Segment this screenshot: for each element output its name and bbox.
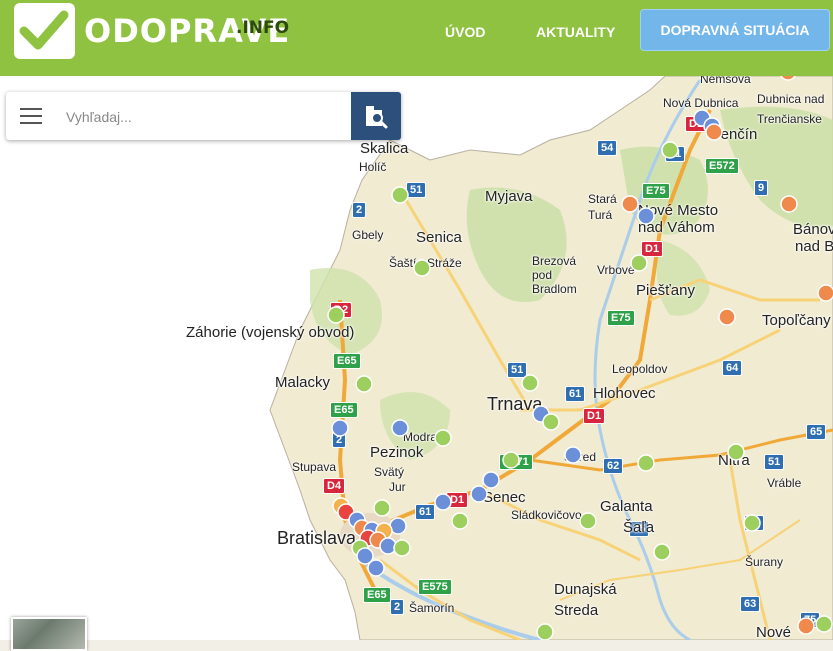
traffic-marker	[718, 308, 736, 326]
nav-uvod[interactable]: ÚVOD	[445, 24, 485, 40]
traffic-marker	[434, 493, 452, 511]
traffic-marker	[542, 413, 560, 431]
traffic-marker	[502, 451, 520, 469]
search-input[interactable]	[64, 103, 348, 131]
traffic-marker	[661, 141, 679, 159]
traffic-marker	[621, 195, 639, 213]
traffic-marker	[355, 375, 373, 393]
traffic-markers[interactable]	[0, 76, 833, 640]
traffic-marker	[727, 443, 745, 461]
traffic-marker	[470, 485, 488, 503]
traffic-marker	[817, 284, 833, 302]
traffic-marker	[331, 419, 349, 437]
traffic-marker	[391, 419, 409, 437]
traffic-marker	[637, 207, 655, 225]
traffic-marker	[327, 306, 345, 324]
traffic-marker	[521, 374, 539, 392]
traffic-marker	[367, 559, 385, 577]
nav-aktuality[interactable]: AKTUALITY	[536, 24, 615, 40]
traffic-marker	[482, 471, 500, 489]
traffic-marker	[451, 512, 469, 530]
menu-button[interactable]	[6, 92, 56, 140]
hamburger-menu-icon	[20, 108, 42, 124]
traffic-marker	[630, 254, 648, 272]
traffic-marker	[579, 512, 597, 530]
traffic-marker	[705, 123, 723, 141]
search-button[interactable]	[351, 92, 401, 140]
nav-dopravna-situacia-button[interactable]: DOPRAVNÁ SITUÁCIA	[640, 9, 830, 51]
map-search-bar	[6, 92, 401, 140]
traffic-marker	[637, 454, 655, 472]
traffic-marker	[393, 539, 411, 557]
traffic-marker	[780, 76, 796, 81]
logo[interactable]	[14, 3, 75, 59]
traffic-marker	[653, 543, 671, 561]
check-icon	[19, 10, 69, 50]
traffic-map[interactable]: 54 61 E572 9 51 E75 2 D1 D1 D2 E75 E65 E…	[0, 76, 833, 640]
traffic-marker	[815, 615, 833, 633]
map-search-icon	[366, 106, 388, 129]
traffic-marker	[391, 186, 409, 204]
traffic-marker	[434, 429, 452, 447]
top-navigation-bar: ODOPRAVE .INFO ÚVOD AKTUALITY DOPRAVNÁ S…	[0, 0, 833, 76]
traffic-marker	[564, 446, 582, 464]
traffic-marker	[373, 499, 391, 517]
traffic-marker	[743, 514, 761, 532]
traffic-marker	[797, 617, 815, 635]
traffic-marker	[536, 623, 554, 640]
satellite-layer-toggle[interactable]	[11, 617, 87, 651]
traffic-marker	[413, 259, 431, 277]
logo-suffix: .INFO	[236, 18, 290, 38]
traffic-marker	[780, 195, 798, 213]
